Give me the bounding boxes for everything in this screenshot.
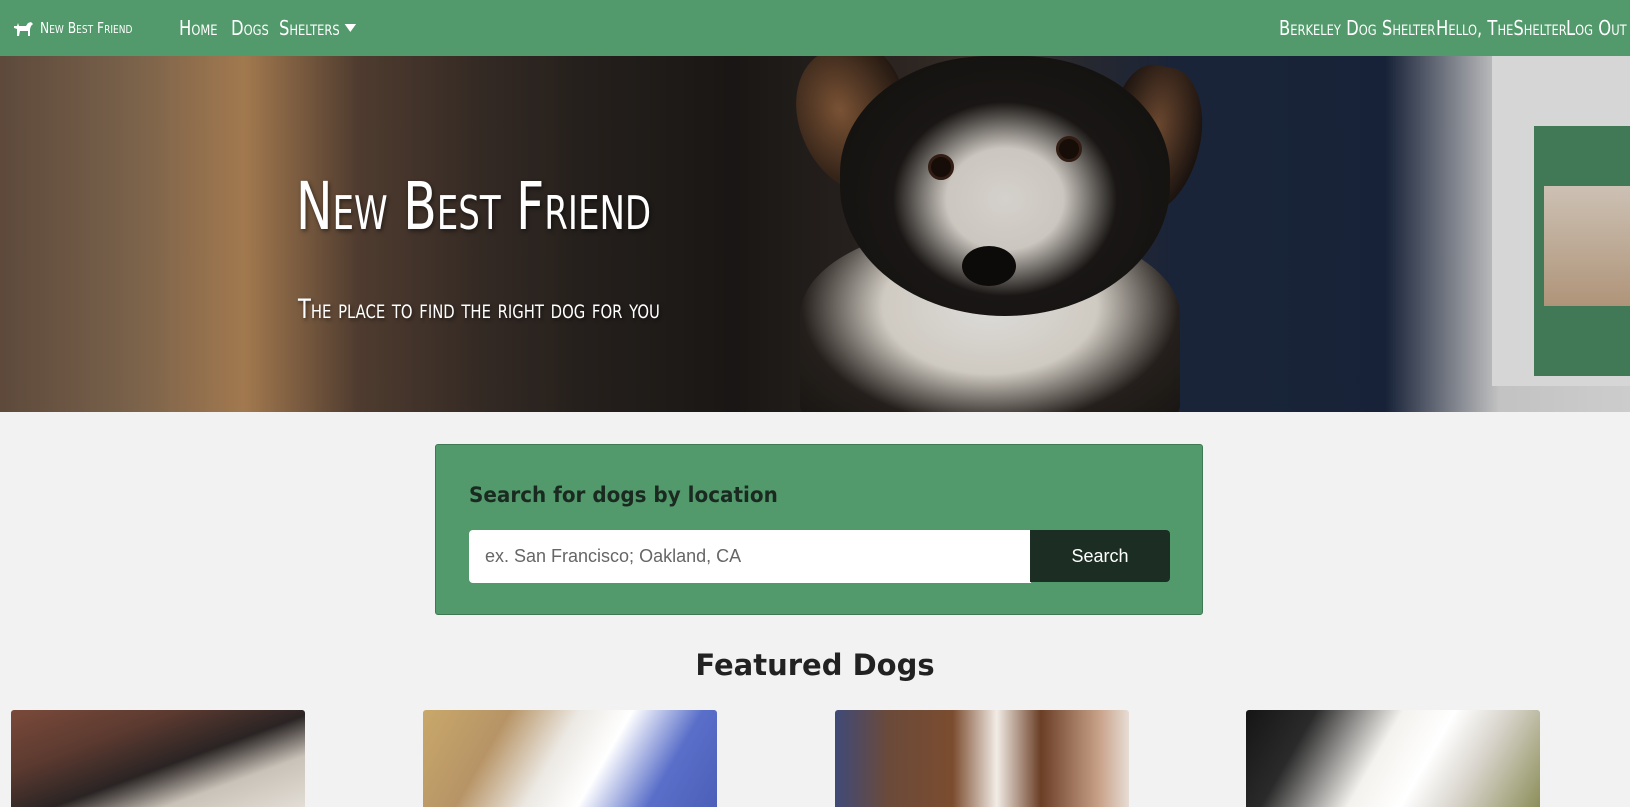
location-search-input[interactable]	[469, 530, 1031, 583]
nav-greeting-link[interactable]: Hello, TheShelter	[1436, 16, 1567, 40]
navbar: New Best Friend Home Dogs Shelters Berke…	[0, 0, 1630, 56]
brand-text: New Best Friend	[40, 19, 133, 37]
featured-dog-card[interactable]	[11, 710, 305, 807]
nav-home-link[interactable]: Home	[179, 16, 222, 40]
brand-link[interactable]: New Best Friend	[12, 19, 153, 37]
search-card: Search for dogs by location Search	[435, 444, 1203, 615]
featured-dog-card[interactable]	[423, 710, 717, 807]
search-heading: Search for dogs by location	[469, 483, 778, 507]
featured-dog-card[interactable]	[835, 710, 1129, 807]
hero-banner: New Best Friend The place to find the ri…	[0, 56, 1630, 412]
hero-subtitle: The place to find the right dog for you	[298, 294, 660, 325]
nav-left: New Best Friend Home Dogs Shelters	[12, 16, 357, 40]
nav-right: Berkeley Dog Shelter Hello, TheShelter L…	[1279, 0, 1630, 56]
featured-dog-card[interactable]	[1246, 710, 1540, 807]
chevron-down-icon	[344, 24, 356, 32]
nav-shelters-dropdown[interactable]: Shelters	[278, 16, 356, 40]
nav-shelter-name-link[interactable]: Berkeley Dog Shelter	[1279, 16, 1435, 40]
dog-icon	[12, 19, 34, 37]
featured-dogs-heading: Featured Dogs	[695, 648, 935, 682]
nav-shelters-label: Shelters	[278, 16, 340, 40]
nav-dogs-link[interactable]: Dogs	[231, 16, 270, 40]
nav-logout-link[interactable]: Log Out	[1566, 16, 1627, 40]
hero-overlay	[0, 56, 1630, 412]
search-button[interactable]: Search	[1030, 530, 1170, 582]
hero-title: New Best Friend	[296, 168, 652, 245]
